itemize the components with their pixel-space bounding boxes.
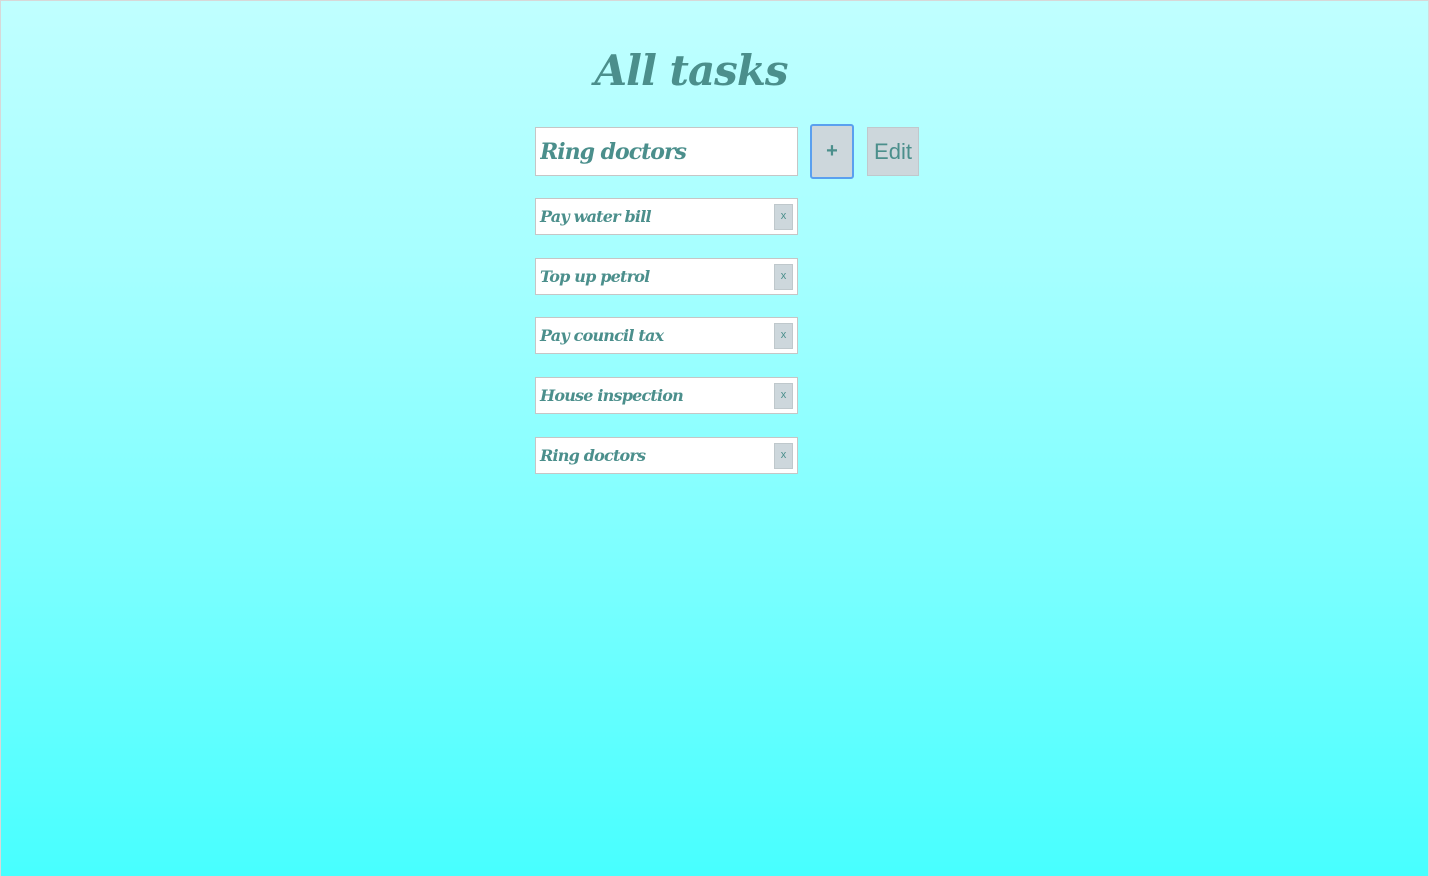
task-item[interactable]: Top up petrol x (535, 257, 798, 295)
page-title: All tasks (594, 46, 788, 95)
task-label: Pay council tax (540, 326, 664, 346)
remove-task-button[interactable]: x (774, 204, 793, 230)
remove-task-button[interactable]: x (774, 263, 793, 290)
task-label: Top up petrol (540, 266, 650, 286)
remove-task-button[interactable]: x (774, 442, 793, 469)
edit-button[interactable]: Edit (867, 127, 919, 176)
remove-task-button[interactable]: x (774, 323, 793, 350)
task-label: House inspection (540, 386, 684, 406)
task-item[interactable]: House inspection x (535, 377, 798, 415)
task-label: Pay water bill (540, 207, 652, 226)
task-label: Ring doctors (540, 445, 646, 465)
new-task-input[interactable] (535, 127, 798, 176)
task-item[interactable]: Pay water bill x (535, 198, 798, 235)
task-list: Pay water bill x Top up petrol x Pay cou… (535, 198, 798, 496)
remove-task-button[interactable]: x (774, 383, 793, 410)
task-item[interactable]: Ring doctors x (535, 436, 798, 474)
add-task-button[interactable]: + (810, 124, 854, 179)
task-item[interactable]: Pay council tax x (535, 317, 798, 355)
app-background: All tasks + Edit Pay water bill x Top up… (0, 0, 1429, 876)
